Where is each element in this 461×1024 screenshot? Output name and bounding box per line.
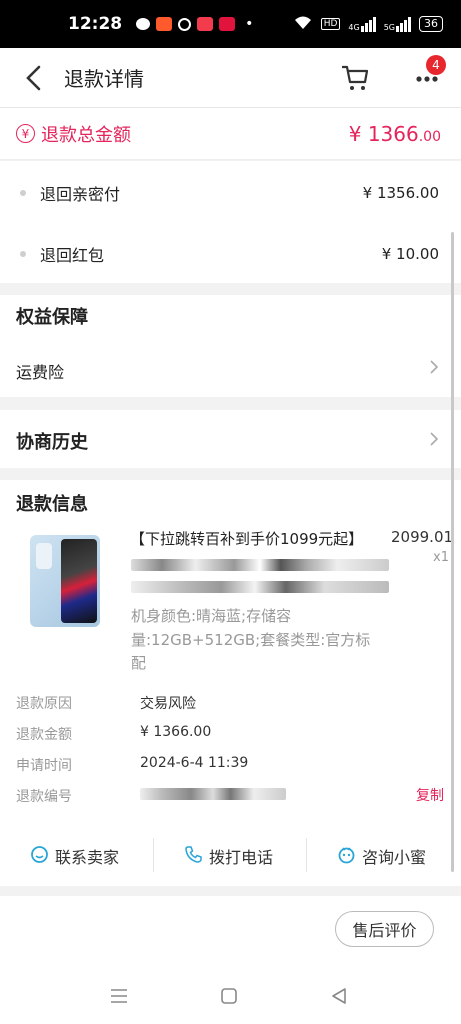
breakdown-amount: ¥ 10.00 xyxy=(381,245,439,263)
page-title: 退款详情 xyxy=(64,67,144,91)
blurred-refund-id xyxy=(140,788,286,800)
info-label-amount: 退款金额 xyxy=(16,727,72,743)
phone-screen xyxy=(61,539,97,623)
header-bar: 退款详情 xyxy=(0,48,461,108)
tmall-icon xyxy=(219,17,236,31)
contact-seller-label: 联系卖家 xyxy=(55,848,120,867)
phone-icon xyxy=(184,845,203,868)
rights-title: 权益保障 xyxy=(16,307,88,328)
refund-breakdown-item: 退回亲密付 ¥ 1356.00 xyxy=(0,161,461,225)
call-label: 拨打电话 xyxy=(209,848,274,867)
breakdown-amount: ¥ 1356.00 xyxy=(362,184,439,202)
after-sales-review-button[interactable]: 售后评价 xyxy=(335,911,434,947)
freight-insurance-label: 运费险 xyxy=(16,363,65,382)
ask-assistant-label: 咨询小蜜 xyxy=(362,848,427,867)
refund-total-main: ¥ 1366 xyxy=(348,121,419,146)
status-bar: 12:28 • HD 4G 5G 36 xyxy=(0,0,461,48)
refund-total-decimal: .00 xyxy=(418,128,441,145)
spec-line: 量:12GB+512GB;套餐类型:官方标 xyxy=(131,631,371,649)
contact-seller-button[interactable]: 联系卖家 xyxy=(30,838,119,874)
info-label-time: 申请时间 xyxy=(16,758,72,774)
chevron-right-icon xyxy=(429,359,439,379)
signal-4g-icon: 4G xyxy=(348,16,376,32)
call-button[interactable]: 拨打电话 xyxy=(184,838,273,874)
refund-total-row: ¥ 退款总金额 ¥ 1366.00 xyxy=(0,108,461,160)
refund-total-label: 退款总金额 xyxy=(41,124,131,146)
chevron-right-icon xyxy=(429,431,439,451)
home-icon[interactable] xyxy=(220,987,238,1009)
camera-module xyxy=(36,543,52,569)
blurred-text xyxy=(131,559,389,571)
product-quantity: x1 xyxy=(433,550,449,565)
info-label-reason: 退款原因 xyxy=(16,696,72,712)
video-app-icon xyxy=(197,17,214,31)
bullet-icon xyxy=(20,190,26,196)
negotiation-title: 协商历史 xyxy=(16,432,88,453)
breakdown-label: 退回红包 xyxy=(40,246,105,265)
refund-breakdown-item: 退回红包 ¥ 10.00 xyxy=(0,225,461,283)
notification-badge: 4 xyxy=(426,55,446,75)
blurred-text xyxy=(131,581,389,593)
bullet-icon xyxy=(20,251,26,257)
divider xyxy=(306,838,307,872)
network-label: 4G xyxy=(348,22,360,32)
back-icon[interactable] xyxy=(8,48,58,108)
yen-icon: ¥ xyxy=(16,124,35,143)
signal-5g-icon: 5G xyxy=(383,16,411,32)
spec-line: 配 xyxy=(131,654,147,672)
scrollbar[interactable] xyxy=(451,232,454,872)
product-title[interactable]: 【下拉跳转百补到手价1099元起】 xyxy=(130,528,363,549)
spec-line: 机身颜色:晴海蓝;存储容 xyxy=(131,607,292,625)
refund-total-amount: ¥ 1366.00 xyxy=(349,122,441,146)
chat-icon xyxy=(178,17,192,31)
freight-insurance-row[interactable]: 运费险 xyxy=(0,345,461,391)
refund-info-title: 退款信息 xyxy=(16,494,88,515)
refund-breakdown: 退回亲密付 ¥ 1356.00 退回红包 ¥ 10.00 xyxy=(0,161,461,283)
status-time: 12:28 xyxy=(68,14,123,34)
product-image[interactable] xyxy=(30,535,100,627)
negotiation-history-row[interactable]: 协商历史 xyxy=(0,410,461,468)
breakdown-label: 退回亲密付 xyxy=(40,185,121,204)
info-value-amount: ¥ 1366.00 xyxy=(140,724,212,740)
back-nav-icon[interactable] xyxy=(330,987,348,1009)
product-price: 2099.01 xyxy=(391,528,454,546)
wifi-icon xyxy=(293,15,313,34)
cart-icon[interactable] xyxy=(340,64,370,96)
rights-section: 权益保障 运费险 xyxy=(0,295,461,397)
menu-icon[interactable] xyxy=(110,988,128,1008)
app-notification-icon xyxy=(156,17,173,31)
info-value-time: 2024-6-4 11:39 xyxy=(140,755,249,771)
divider xyxy=(153,838,154,872)
info-label-refund-id: 退款编号 xyxy=(16,789,72,805)
smile-icon xyxy=(30,845,49,868)
wechat-icon xyxy=(136,18,151,30)
system-nav-bar xyxy=(0,966,461,1024)
battery-icon: 36 xyxy=(419,16,443,32)
network2-label: 5G xyxy=(383,22,395,32)
hd-icon: HD xyxy=(320,18,341,30)
ask-assistant-button[interactable]: 咨询小蜜 xyxy=(337,838,426,874)
info-value-reason: 交易风险 xyxy=(140,696,196,712)
assistant-icon xyxy=(337,845,356,868)
copy-button[interactable]: 复制 xyxy=(416,785,444,805)
dot-icon: • xyxy=(245,16,254,32)
